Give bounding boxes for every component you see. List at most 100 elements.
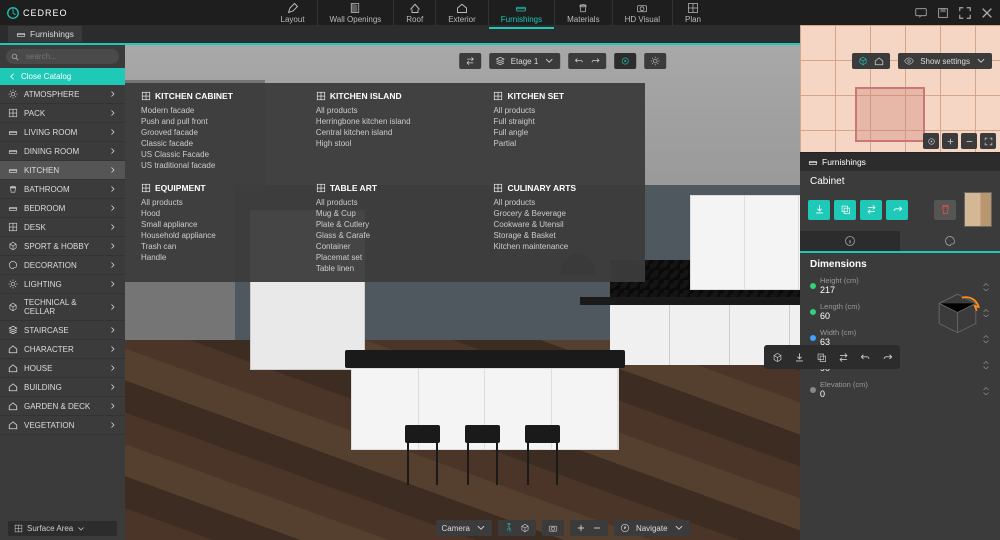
close-catalog-button[interactable]: Close Catalog xyxy=(0,68,125,85)
mega-heading[interactable]: KITCHEN SET xyxy=(493,91,629,101)
orientation-cube[interactable] xyxy=(930,285,985,340)
mega-heading[interactable]: CULINARY ARTS xyxy=(493,183,629,193)
move-tool[interactable] xyxy=(767,348,787,366)
action-rotate[interactable] xyxy=(886,200,908,220)
mega-item[interactable]: Classic facade xyxy=(141,138,286,149)
zoom-out[interactable] xyxy=(592,523,602,533)
mega-heading[interactable]: TABLE ART xyxy=(316,183,464,193)
duplicate-tool[interactable] xyxy=(811,348,831,366)
action-download[interactable] xyxy=(808,200,830,220)
view-mode-2[interactable] xyxy=(874,56,884,66)
tab-plan[interactable]: Plan xyxy=(673,0,713,26)
minimap-expand[interactable] xyxy=(980,133,996,149)
view-mode-1[interactable] xyxy=(858,56,868,66)
category-lighting[interactable]: LIGHTING xyxy=(0,275,125,294)
flip-tool[interactable] xyxy=(833,348,853,366)
category-vegetation[interactable]: VEGETATION xyxy=(0,416,125,435)
mega-item[interactable]: Partial xyxy=(493,138,629,149)
mega-item[interactable]: Placemat set xyxy=(316,252,464,263)
object-thumbnail[interactable] xyxy=(964,192,992,227)
fullscreen-icon[interactable] xyxy=(958,6,972,20)
tab-wall-openings[interactable]: Wall Openings xyxy=(318,0,395,26)
mega-item[interactable]: All products xyxy=(493,105,629,116)
mega-item[interactable]: Plate & Cutlery xyxy=(316,219,464,230)
download-tool[interactable] xyxy=(789,348,809,366)
show-settings-button[interactable]: Show settings xyxy=(898,53,992,69)
mega-item[interactable]: Grooved facade xyxy=(141,127,286,138)
navigate-selector[interactable]: Navigate xyxy=(614,520,690,536)
mega-item[interactable]: Modern facade xyxy=(141,105,286,116)
mega-item[interactable]: High stool xyxy=(316,138,464,149)
mega-item[interactable]: Cookware & Utensil xyxy=(493,219,629,230)
action-swap[interactable] xyxy=(860,200,882,220)
snap-toggle[interactable] xyxy=(620,56,630,66)
mega-heading[interactable]: KITCHEN ISLAND xyxy=(316,91,464,101)
category-house[interactable]: HOUSE xyxy=(0,359,125,378)
mega-item[interactable]: All products xyxy=(316,105,464,116)
category-decoration[interactable]: DECORATION xyxy=(0,256,125,275)
mega-item[interactable]: Container xyxy=(316,241,464,252)
undo-object[interactable] xyxy=(855,348,875,366)
mega-item[interactable]: Handle xyxy=(141,252,286,263)
minimap-center[interactable] xyxy=(923,133,939,149)
category-kitchen[interactable]: KITCHEN xyxy=(0,161,125,180)
swap-view-button[interactable] xyxy=(459,53,481,69)
category-dining-room[interactable]: DINING ROOM xyxy=(0,142,125,161)
orbit-mode[interactable] xyxy=(520,523,530,533)
stepper-down[interactable] xyxy=(982,364,990,369)
stepper-down[interactable] xyxy=(982,390,990,395)
mega-item[interactable]: Central kitchen island xyxy=(316,127,464,138)
mega-item[interactable]: Trash can xyxy=(141,241,286,252)
mega-item[interactable]: Small appliance xyxy=(141,219,286,230)
tab-furnishings[interactable]: Furnishings xyxy=(489,0,555,26)
tab-hd-visual[interactable]: HD Visual xyxy=(613,0,673,26)
category-technical-cellar[interactable]: TECHNICAL & CELLAR xyxy=(0,294,125,321)
tab-layout[interactable]: Layout xyxy=(269,0,318,26)
minimap[interactable] xyxy=(800,25,1000,153)
search-input[interactable] xyxy=(6,49,119,64)
dim-value[interactable]: 0 xyxy=(820,389,978,399)
action-delete[interactable] xyxy=(934,200,956,220)
tab-materials[interactable] xyxy=(900,231,1000,251)
tab-info[interactable] xyxy=(800,231,900,251)
mega-item[interactable]: Household appliance xyxy=(141,230,286,241)
save-icon[interactable] xyxy=(936,6,950,20)
mega-item[interactable]: All products xyxy=(141,197,286,208)
minimap-zoom-out[interactable] xyxy=(961,133,977,149)
category-bedroom[interactable]: BEDROOM xyxy=(0,199,125,218)
category-staircase[interactable]: STAIRCASE xyxy=(0,321,125,340)
tab-exterior[interactable]: Exterior xyxy=(436,0,489,26)
mega-item[interactable]: Table linen xyxy=(316,263,464,274)
mega-item[interactable]: Glass & Carafe xyxy=(316,230,464,241)
surface-area-toggle[interactable]: Surface Area xyxy=(8,521,117,536)
sub-tab-furnishings[interactable]: Furnishings xyxy=(8,26,82,42)
category-living-room[interactable]: LIVING ROOM xyxy=(0,123,125,142)
action-duplicate[interactable] xyxy=(834,200,856,220)
category-atmosphere[interactable]: ATMOSPHERE xyxy=(0,85,125,104)
category-garden-deck[interactable]: GARDEN & DECK xyxy=(0,397,125,416)
mega-item[interactable]: All products xyxy=(493,197,629,208)
category-character[interactable]: CHARACTER xyxy=(0,340,125,359)
mega-item[interactable]: US traditional facade xyxy=(141,160,286,171)
mega-item[interactable]: All products xyxy=(316,197,464,208)
mega-item[interactable]: Push and pull front xyxy=(141,116,286,127)
mega-item[interactable]: Full straight xyxy=(493,116,629,127)
redo-button[interactable] xyxy=(590,56,600,66)
category-sport-hobby[interactable]: SPORT & HOBBY xyxy=(0,237,125,256)
mega-item[interactable]: Herringbone kitchen island xyxy=(316,116,464,127)
redo-object[interactable] xyxy=(877,348,897,366)
minimap-zoom-in[interactable] xyxy=(942,133,958,149)
mega-item[interactable]: Mug & Cup xyxy=(316,208,464,219)
close-icon[interactable] xyxy=(980,6,994,20)
screenshot-button[interactable] xyxy=(548,523,558,533)
category-desk[interactable]: DESK xyxy=(0,218,125,237)
category-pack[interactable]: PACK xyxy=(0,104,125,123)
category-bathroom[interactable]: BATHROOM xyxy=(0,180,125,199)
tab-materials[interactable]: Materials xyxy=(555,0,612,26)
undo-button[interactable] xyxy=(574,56,584,66)
category-building[interactable]: BUILDING xyxy=(0,378,125,397)
zoom-in[interactable] xyxy=(576,523,586,533)
floor-selector[interactable]: Etage 1 xyxy=(489,53,561,69)
tab-roof[interactable]: Roof xyxy=(394,0,436,26)
sun-button[interactable] xyxy=(644,53,666,69)
